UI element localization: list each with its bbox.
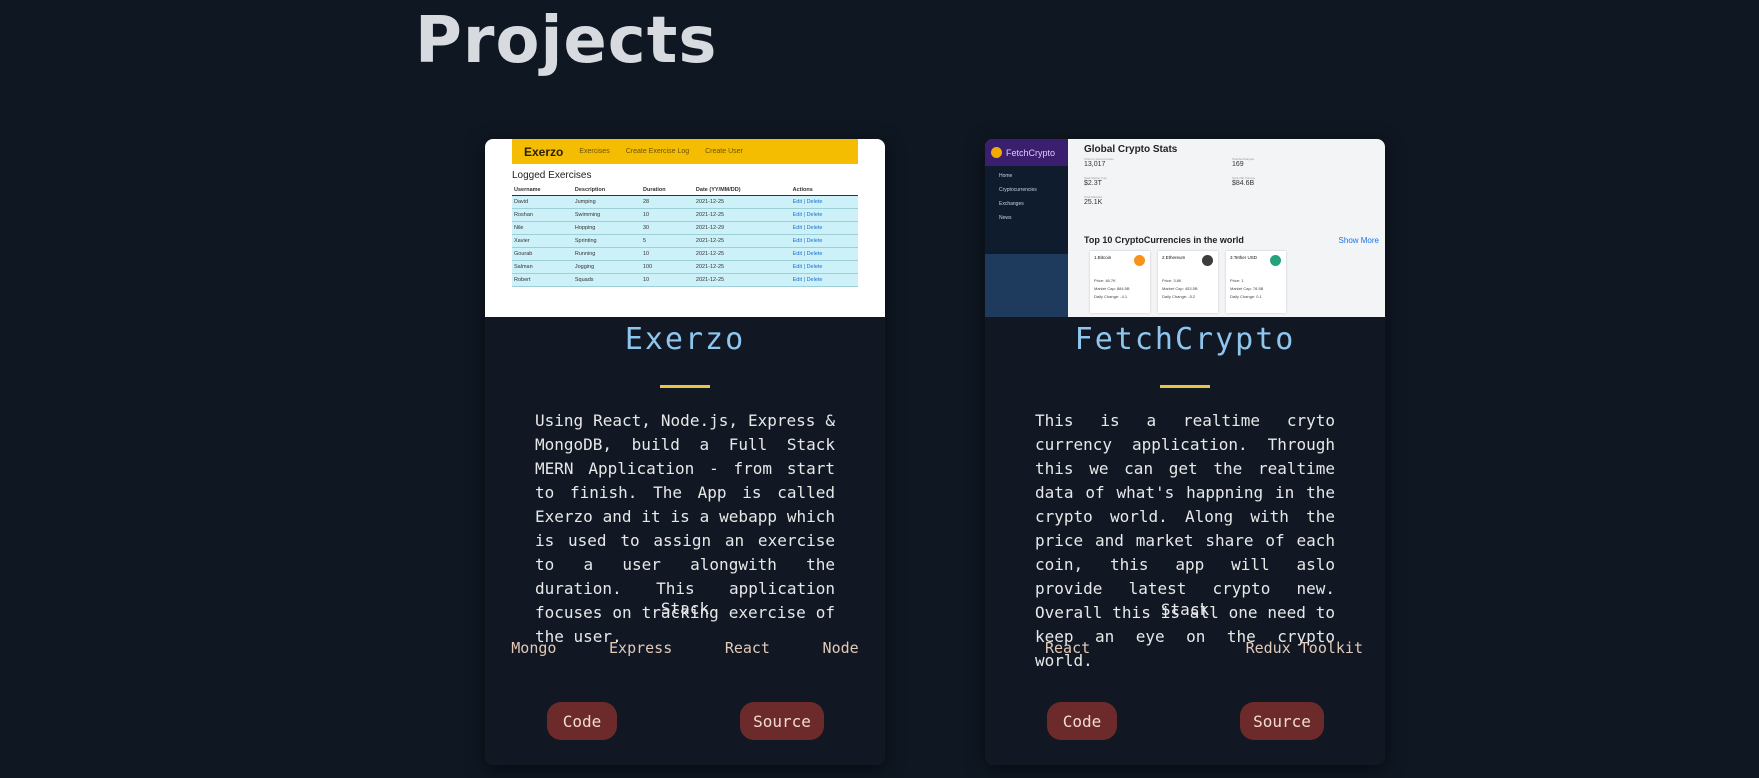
bitcoin-icon	[1134, 255, 1145, 266]
table-row: Nile Hopping 30 2021-12-29 Edit | Delete	[512, 221, 858, 235]
stack-list: React Redux Toolkit	[985, 639, 1385, 657]
coin-card: 1.Bitcoin Price: 46.7K Market Cap: 884.5…	[1090, 251, 1150, 313]
project-card-fetchcrypto: FetchCrypto Home Cryptocurrencies Exchan…	[985, 139, 1385, 765]
code-button[interactable]: Code	[547, 702, 617, 740]
table-row: Gourab Running 10 2021-12-25 Edit | Delete	[512, 247, 858, 261]
project-title: Exerzo	[624, 322, 746, 357]
stack-item: Mongo	[511, 639, 557, 657]
stack-item: Node	[822, 639, 859, 657]
stack-label: Stack	[1160, 600, 1210, 619]
section-title: Projects	[415, 4, 718, 78]
ethereum-icon	[1202, 255, 1213, 266]
stack-item: React	[1045, 639, 1091, 657]
project-description: This is a realtime cryto currency applic…	[1035, 411, 1335, 670]
source-button[interactable]: Source	[1240, 702, 1324, 740]
coin-card: 2.Ethereum Price: 3.8K Market Cap: 453.5…	[1158, 251, 1218, 313]
tether-icon	[1270, 255, 1281, 266]
project-title: FetchCrypto	[1074, 322, 1296, 357]
table-row: Roshan Swimming 10 2021-12-25 Edit | Delete	[512, 208, 858, 222]
title-divider	[1160, 385, 1210, 388]
stack-item: Redux Toolkit	[1245, 639, 1363, 657]
table-row: Robert Squads 10 2021-12-25 Edit | Delete	[512, 273, 858, 287]
code-button[interactable]: Code	[1047, 702, 1117, 740]
thumb-heading: Logged Exercises	[512, 170, 592, 181]
table-row: Salman Jogging 100 2021-12-25 Edit | Delete	[512, 260, 858, 274]
table-row: Xavier Sprinting 5 2021-12-25 Edit | Delete	[512, 234, 858, 248]
thumb-heading: Global Crypto Stats	[1084, 144, 1178, 155]
show-more-link: Show More	[1338, 236, 1379, 245]
title-divider	[660, 385, 710, 388]
stack-label: Stack	[660, 599, 710, 618]
coin-card: 3.Tether USD Price: 1 Market Cap: 78.5B …	[1226, 251, 1286, 313]
thumb-table: Username Description Duration Date (YY/M…	[512, 185, 858, 287]
stack-list: Mongo Express React Node	[485, 639, 885, 657]
table-row: David Jumping 28 2021-12-25 Edit | Delete	[512, 195, 858, 209]
project-thumbnail[interactable]: Exerzo Exercises Create Exercise Log Cre…	[485, 139, 885, 317]
stack-item: Express	[609, 639, 673, 657]
coin-logo-icon	[991, 147, 1002, 158]
project-card-exerzo: Exerzo Exercises Create Exercise Log Cre…	[485, 139, 885, 765]
project-thumbnail[interactable]: FetchCrypto Home Cryptocurrencies Exchan…	[985, 139, 1385, 317]
stack-item: React	[724, 639, 770, 657]
thumb-sidebar: FetchCrypto Home Cryptocurrencies Exchan…	[985, 139, 1068, 317]
thumb-subheading: Top 10 CryptoCurrencies in the world	[1084, 235, 1244, 245]
source-button[interactable]: Source	[740, 702, 824, 740]
thumb-navbar: Exerzo Exercises Create Exercise Log Cre…	[512, 139, 858, 164]
